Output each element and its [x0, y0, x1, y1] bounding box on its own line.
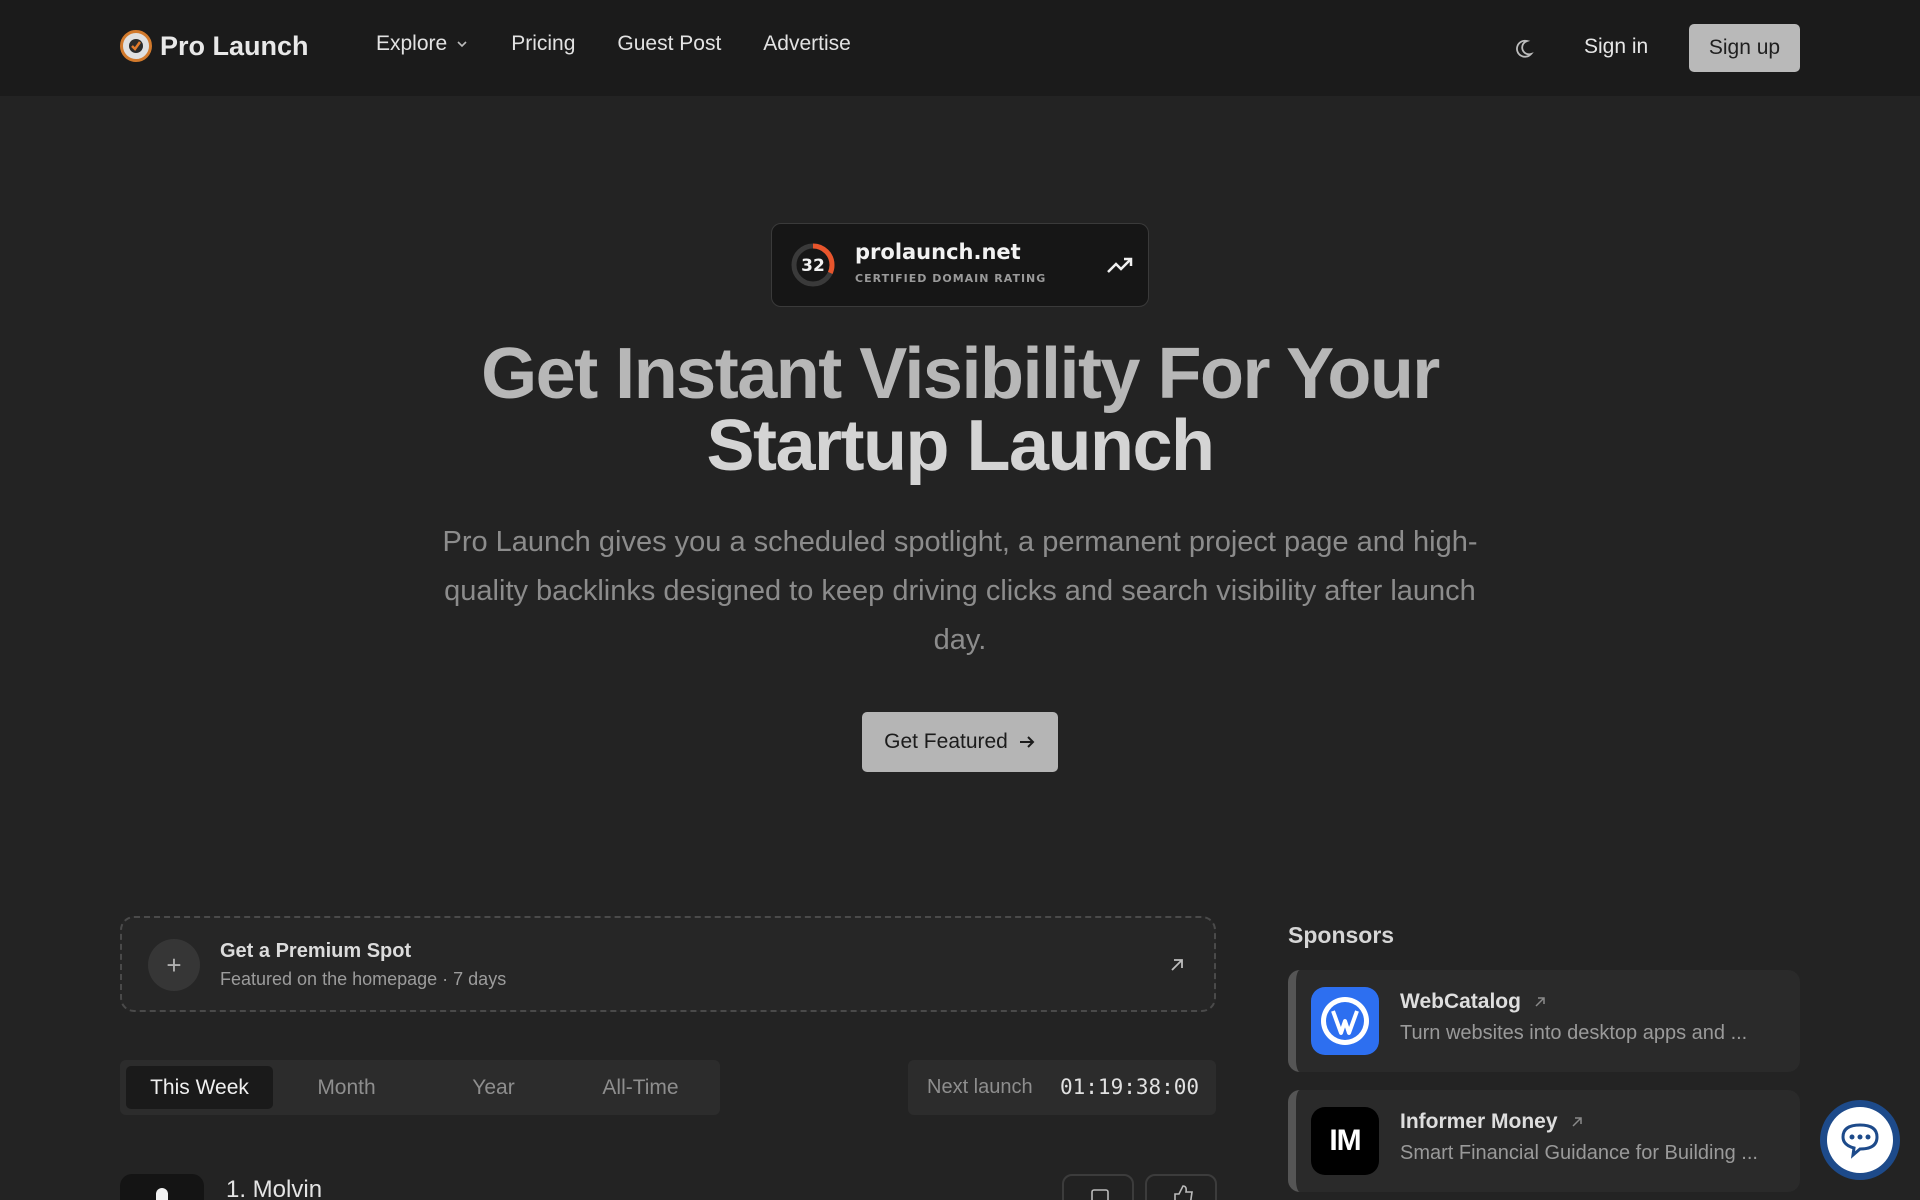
trending-up-icon: [1107, 257, 1133, 273]
sponsor-description: Smart Financial Guidance for Building ..…: [1400, 1142, 1758, 1164]
upvote-button[interactable]: [1145, 1174, 1217, 1200]
nav-guest-post[interactable]: Guest Post: [617, 32, 721, 56]
premium-subtitle: Featured on the homepage · 7 days: [220, 969, 507, 989]
sponsor-card-informer-money[interactable]: IM Informer Money Smart Financial Guidan…: [1288, 1090, 1800, 1192]
get-featured-label: Get Featured: [884, 730, 1008, 753]
next-launch-label: Next launch: [927, 1076, 1033, 1098]
period-tabs: This Week Month Year All-Time: [120, 1060, 720, 1115]
signup-button[interactable]: Sign up: [1689, 24, 1800, 72]
next-launch-countdown: Next launch 01:19:38:00: [908, 1060, 1216, 1115]
hero-title-line1: Get Instant Visibility For Your: [481, 334, 1440, 414]
external-link-icon: [1535, 997, 1545, 1007]
product-name[interactable]: 1. Molvin: [226, 1176, 322, 1200]
rating-score: 32: [801, 256, 825, 276]
informer-money-logo-text: IM: [1329, 1124, 1361, 1157]
tab-all-time[interactable]: All-Time: [567, 1066, 714, 1109]
rating-caption: CERTIFIED DOMAIN RATING: [855, 272, 1047, 285]
nav-pricing[interactable]: Pricing: [511, 32, 575, 56]
sponsor-description: Turn websites into desktop apps and ...: [1400, 1022, 1748, 1044]
top-header: Pro Launch Explore Pricing Guest Post Ad…: [0, 0, 1920, 96]
informer-money-logo: IM: [1311, 1107, 1379, 1175]
external-link-icon: [1572, 1117, 1582, 1127]
sponsor-name-text: Informer Money: [1400, 1110, 1558, 1133]
product-thumbnail[interactable]: [120, 1174, 204, 1200]
premium-spot-card[interactable]: + Get a Premium Spot Featured on the hom…: [120, 916, 1216, 1012]
sponsor-name-text: WebCatalog: [1400, 990, 1521, 1013]
chat-icon: [1827, 1107, 1893, 1173]
nav-explore[interactable]: Explore: [376, 32, 469, 56]
moon-icon[interactable]: [1512, 34, 1540, 62]
chevron-down-icon: [457, 41, 467, 48]
get-featured-button[interactable]: Get Featured: [862, 712, 1058, 772]
comment-button[interactable]: [1062, 1174, 1134, 1200]
tab-year[interactable]: Year: [420, 1066, 567, 1109]
sponsor-card-webcatalog[interactable]: WebCatalog Turn websites into desktop ap…: [1288, 970, 1800, 1072]
chat-widget-button[interactable]: [1820, 1100, 1900, 1180]
hero-subtitle: Pro Launch gives you a scheduled spotlig…: [442, 526, 1478, 656]
nav-explore-label: Explore: [376, 32, 448, 55]
arrow-right-icon: [1019, 736, 1035, 748]
plus-icon: +: [148, 939, 200, 991]
brand-name: Pro Launch: [160, 30, 309, 61]
sponsors-heading: Sponsors: [1288, 922, 1395, 948]
tab-month[interactable]: Month: [273, 1066, 420, 1109]
premium-title: Get a Premium Spot: [220, 940, 412, 962]
tab-this-week[interactable]: This Week: [126, 1066, 273, 1109]
brand-logo[interactable]: Pro Launch: [120, 30, 309, 62]
comment-icon: [1091, 1189, 1109, 1200]
main-nav: Explore Pricing Guest Post Advertise: [376, 32, 851, 56]
nav-advertise[interactable]: Advertise: [763, 32, 851, 56]
rocket-logo-icon: [120, 30, 152, 62]
webcatalog-logo: [1311, 987, 1379, 1055]
rating-domain: prolaunch.net: [855, 240, 1021, 264]
thumbs-up-icon: [1174, 1185, 1193, 1200]
domain-rating-card[interactable]: 32 prolaunch.net CERTIFIED DOMAIN RATING: [771, 223, 1149, 307]
rating-gauge: 32: [791, 243, 835, 287]
hero-title-line2: Startup Launch: [706, 406, 1215, 486]
hero-title: Get Instant Visibility For Your Startup …: [360, 338, 1560, 482]
next-launch-timer: 01:19:38:00: [1060, 1075, 1200, 1099]
arrow-up-right-icon: [1171, 959, 1183, 971]
signin-link[interactable]: Sign in: [1584, 35, 1648, 59]
sponsor-name: WebCatalog: [1400, 990, 1547, 1014]
sponsor-name: Informer Money: [1400, 1110, 1584, 1134]
